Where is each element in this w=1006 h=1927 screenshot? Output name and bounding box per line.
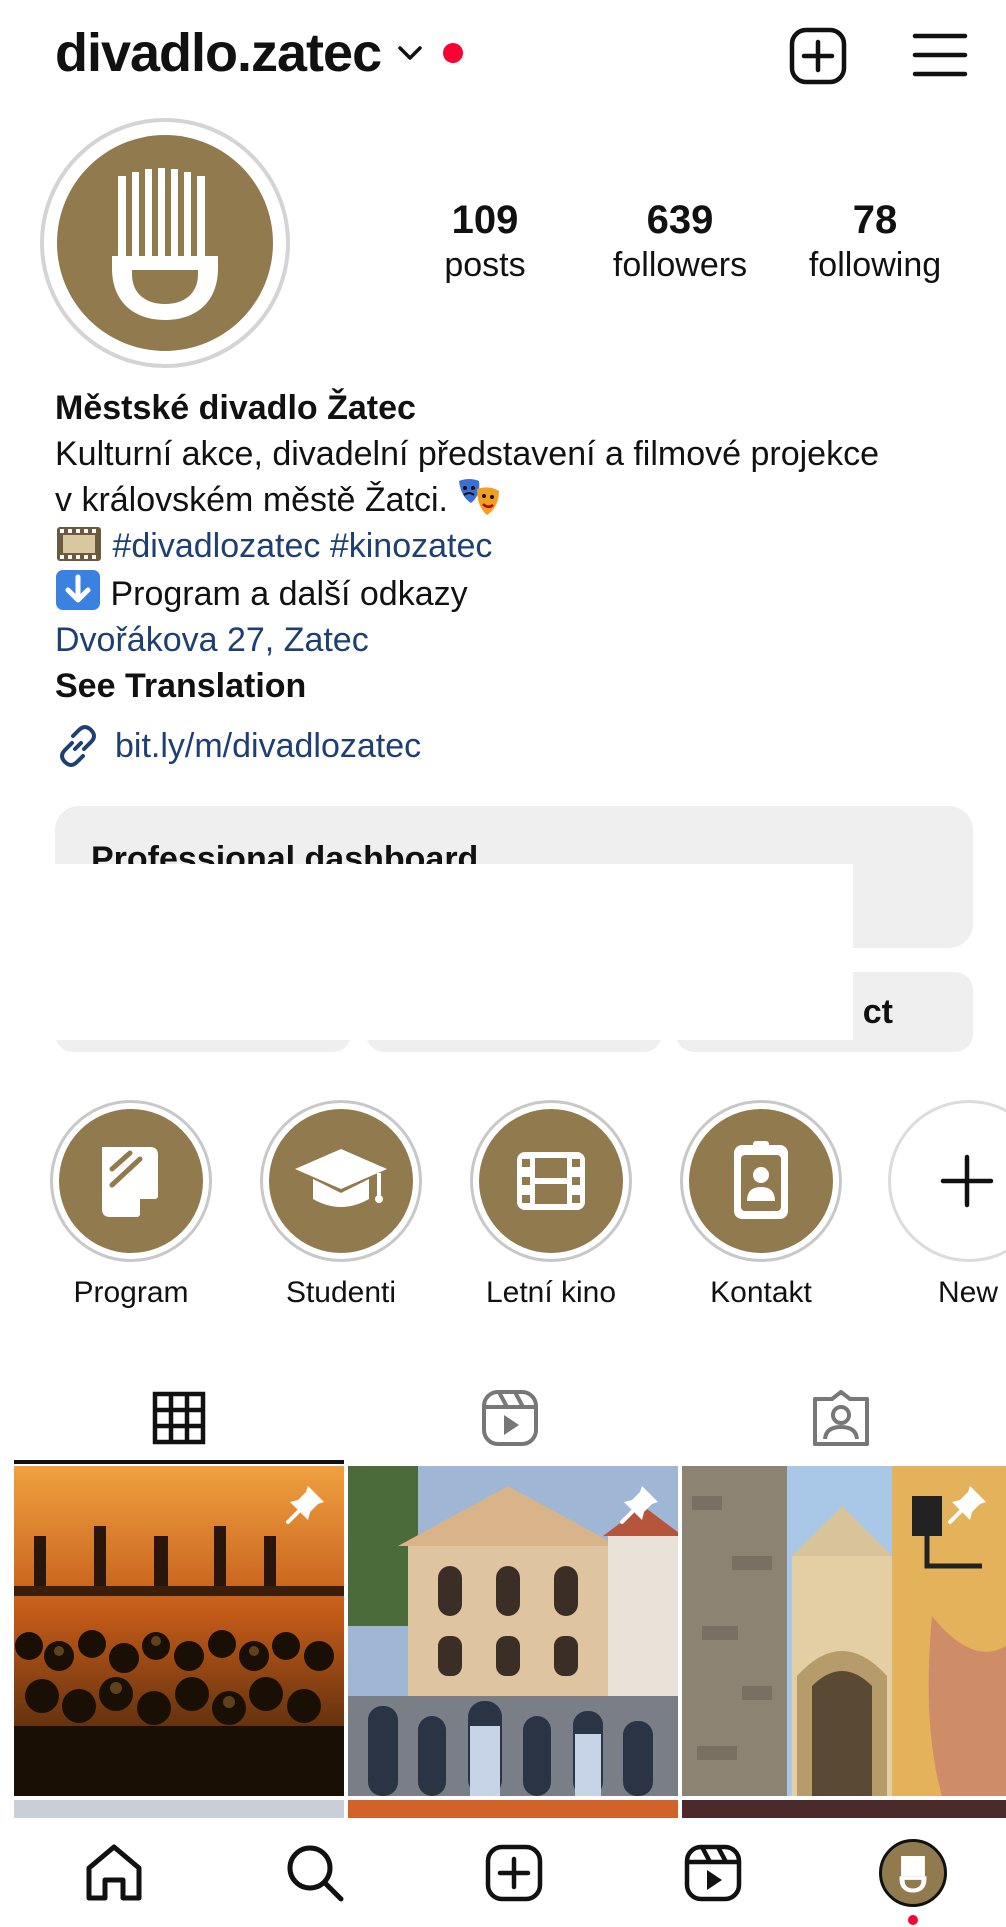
down-arrow-icon	[56, 570, 100, 610]
bio-program-line: Program a další odkazy	[55, 569, 985, 617]
pinned-icon	[620, 1486, 658, 1524]
profile-tabs	[14, 1372, 1006, 1464]
post-thumbnail-partial[interactable]	[682, 1800, 1006, 1818]
nav-create[interactable]	[413, 1818, 614, 1927]
create-post-icon[interactable]	[788, 26, 848, 86]
contact-button-label: ct	[862, 992, 893, 1031]
plus-icon	[940, 1154, 994, 1208]
highlight-ring	[470, 1100, 632, 1262]
nav-profile[interactable]	[812, 1818, 1006, 1927]
highlight-cover	[479, 1109, 623, 1253]
followers-label: followers	[612, 246, 748, 284]
pinned-icon	[948, 1486, 986, 1524]
hashtags-link[interactable]: #divadlozatec #kinozatec	[112, 527, 492, 565]
search-icon	[287, 1845, 343, 1901]
followers-stat[interactable]: 639 followers	[585, 196, 775, 286]
tab-reels[interactable]	[345, 1372, 675, 1464]
bio-hashtags-line: #divadlozatec #kinozatec	[55, 523, 985, 569]
redaction-overlay	[55, 864, 853, 1040]
profile-bio: Městské divadlo Žatec Kulturní akce, div…	[55, 385, 985, 769]
posts-count: 109	[451, 198, 519, 242]
display-name: Městské divadlo Žatec	[55, 389, 416, 427]
post-thumbnail[interactable]	[14, 1466, 344, 1796]
account-switcher[interactable]: divadlo.zatec	[55, 22, 464, 84]
theatre-logo-small	[899, 1855, 926, 1893]
highlight-ring	[50, 1100, 212, 1262]
profile-avatar[interactable]	[40, 118, 290, 368]
bio-line-2: v královském městě Žatci.	[55, 477, 985, 523]
following-stat[interactable]: 78 following	[780, 196, 970, 286]
reels-icon	[684, 1844, 741, 1901]
home-icon	[86, 1844, 141, 1900]
menu-icon[interactable]	[912, 30, 968, 80]
program-text: Program a další odkazy	[110, 575, 468, 613]
following-label: following	[808, 246, 942, 284]
bio-line-1: Kulturní akce, divadelní představení a f…	[55, 435, 880, 473]
profile-avatar-small	[878, 1838, 947, 1907]
highlight-label: New	[938, 1276, 999, 1309]
highlight-cover	[689, 1109, 833, 1253]
create-icon	[485, 1844, 542, 1901]
highlight-cover	[269, 1109, 413, 1253]
highlight-studenti[interactable]: Studenti	[258, 1100, 424, 1310]
notification-dot	[443, 43, 464, 63]
posts-label: posts	[444, 246, 526, 284]
post-thumbnail[interactable]	[682, 1466, 1006, 1796]
post-grid	[14, 1466, 1006, 1796]
highlight-label: Program	[73, 1276, 189, 1309]
tab-grid[interactable]	[14, 1372, 344, 1464]
post-thumbnail-partial[interactable]	[14, 1800, 344, 1818]
active-tab-indicator	[14, 1460, 344, 1464]
highlight-label: Kontakt	[710, 1276, 812, 1309]
note-icon	[102, 1147, 158, 1217]
contact-card-icon	[734, 1141, 788, 1219]
graduation-cap-icon	[295, 1149, 387, 1207]
tagged-icon	[813, 1390, 869, 1446]
pinned-icon	[286, 1486, 324, 1524]
highlight-cover	[59, 1109, 203, 1253]
nav-search[interactable]	[214, 1818, 415, 1927]
theatre-masks-icon	[459, 479, 500, 515]
following-count: 78	[852, 198, 898, 242]
tab-tagged[interactable]	[676, 1372, 1006, 1464]
highlight-new[interactable]: New	[888, 1100, 1006, 1310]
bio-line-2-text: v královském městě Žatci.	[55, 481, 448, 519]
bottom-navigation	[0, 1818, 1006, 1927]
reels-icon	[482, 1390, 538, 1446]
grid-icon	[152, 1391, 206, 1445]
nav-reels[interactable]	[612, 1818, 813, 1927]
highlight-letni-kino[interactable]: Letní kino	[468, 1100, 634, 1310]
link-icon	[60, 725, 96, 767]
profile-stats: 109 posts 639 followers 78 following	[390, 196, 970, 286]
new-highlight-ring	[888, 1100, 1006, 1262]
highlight-label: Studenti	[285, 1276, 397, 1309]
highlight-kontakt[interactable]: Kontakt	[678, 1100, 844, 1310]
chevron-down-icon	[398, 46, 422, 60]
post-thumbnail[interactable]	[348, 1466, 678, 1796]
profile-notification-dot	[907, 1915, 918, 1925]
highlight-ring	[680, 1100, 842, 1262]
see-translation-button[interactable]: See Translation	[55, 663, 985, 709]
highlight-ring	[260, 1100, 422, 1262]
highlight-program[interactable]: Program	[48, 1100, 214, 1310]
username: divadlo.zatec	[55, 23, 382, 83]
top-bar: divadlo.zatec	[0, 0, 1006, 110]
followers-count: 639	[646, 198, 714, 242]
highlight-label: Letní kino	[485, 1276, 617, 1309]
film-icon	[517, 1152, 585, 1210]
story-highlights: Program Studenti Letní kino Kontakt New	[0, 1100, 1006, 1310]
posts-stat[interactable]: 109 posts	[390, 196, 580, 286]
address-link[interactable]: Dvořákova 27, Zatec	[55, 617, 985, 663]
profile-url: bit.ly/m/divadlozatec	[115, 727, 422, 765]
nav-home[interactable]	[13, 1818, 214, 1927]
post-thumbnail-partial[interactable]	[348, 1800, 678, 1818]
profile-link-row[interactable]: bit.ly/m/divadlozatec	[55, 723, 985, 769]
theatre-logo	[57, 135, 273, 351]
film-strip-icon	[57, 527, 101, 561]
